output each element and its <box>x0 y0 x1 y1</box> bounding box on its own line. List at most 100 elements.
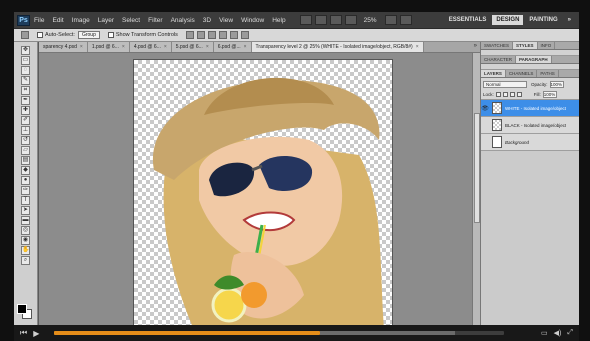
tab-paragraph[interactable]: PARAGRAPH <box>516 56 552 63</box>
opacity-input[interactable]: 100% <box>549 80 564 88</box>
layer-thumbnail <box>492 136 502 148</box>
tabs-overflow-icon[interactable]: » <box>471 42 480 52</box>
menu-view[interactable]: View <box>219 17 233 24</box>
lock-all-icon[interactable] <box>516 92 522 97</box>
workspace-essentials[interactable]: ESSENTIALS <box>445 15 491 25</box>
menu-edit[interactable]: Edit <box>52 17 63 24</box>
tab-swatches[interactable]: SWATCHES <box>481 42 514 49</box>
photoshop-window: Ps File Edit Image Layer Select Filter A… <box>14 12 579 325</box>
align-middle-icon[interactable] <box>196 31 205 39</box>
doc-tab[interactable]: 5.psd @ 6... × <box>171 42 214 52</box>
photo-layer <box>152 77 384 325</box>
layer-thumbnail <box>492 119 502 131</box>
minibridge-icon[interactable] <box>314 15 327 25</box>
foreground-color-swatch[interactable] <box>17 304 27 314</box>
zoom-tool-icon[interactable] <box>344 15 357 25</box>
3d-orbit-tool[interactable]: ◉ <box>21 236 30 245</box>
auto-select-dropdown[interactable]: Group <box>77 31 100 39</box>
workspace-more-icon[interactable]: » <box>564 15 575 25</box>
move-tool[interactable]: ✥ <box>21 46 30 55</box>
menu-help[interactable]: Help <box>272 17 285 24</box>
tab-channels[interactable]: CHANNELS <box>506 70 538 77</box>
eraser-tool[interactable]: ▱ <box>21 146 30 155</box>
marquee-tool[interactable]: ▭ <box>21 56 30 65</box>
tab-paths[interactable]: PATHS <box>537 70 559 77</box>
type-tool[interactable]: T <box>21 196 30 205</box>
close-icon[interactable]: × <box>206 44 209 50</box>
align-bottom-icon[interactable] <box>207 31 216 39</box>
doc-tab[interactable]: 4.psd @ 6... × <box>129 42 172 52</box>
shape-tool[interactable]: ▬ <box>21 216 30 225</box>
doc-tab[interactable]: sparency 4.psd × <box>39 42 88 52</box>
workspace-painting[interactable]: PAINTING <box>525 15 561 25</box>
menu-window[interactable]: Window <box>241 17 264 24</box>
zoom-tool[interactable]: ⌕ <box>21 256 30 265</box>
lasso-tool[interactable]: ◌ <box>21 66 30 75</box>
doc-tab-active[interactable]: Transparency level 2 @ 25% (WHITE - Isol… <box>251 42 424 52</box>
3d-rotate-tool[interactable]: ◎ <box>21 226 30 235</box>
align-top-icon[interactable] <box>185 31 194 39</box>
skip-back-icon[interactable]: ⏮ <box>20 328 27 338</box>
layer-thumbnail <box>492 102 502 114</box>
history-brush-tool[interactable]: ↺ <box>21 136 30 145</box>
canvas-scrollbar[interactable] <box>472 53 480 325</box>
lock-image-icon[interactable] <box>502 92 508 97</box>
menu-3d[interactable]: 3D <box>203 17 211 24</box>
hand-tool-icon[interactable] <box>329 15 342 25</box>
clone-stamp-tool[interactable]: ⊥ <box>21 126 30 135</box>
move-tool-icon[interactable] <box>21 31 29 39</box>
arrange-documents-icon[interactable] <box>384 15 397 25</box>
path-selection-tool[interactable]: ➤ <box>21 206 30 215</box>
hand-tool[interactable]: ✋ <box>21 246 30 255</box>
show-transform-checkbox[interactable] <box>107 32 114 38</box>
menu-layer[interactable]: Layer <box>98 17 114 24</box>
fill-input[interactable]: 100% <box>542 91 557 98</box>
layer-row[interactable]: 👁 WHITE - Isolated image/object <box>481 100 579 117</box>
screen-mode-icon[interactable] <box>399 15 412 25</box>
blur-tool[interactable]: ◆ <box>21 166 30 175</box>
quick-select-tool[interactable]: ✎ <box>21 76 30 85</box>
align-right-icon[interactable] <box>240 31 249 39</box>
eye-icon[interactable]: 👁 <box>481 105 489 112</box>
volume-icon[interactable]: ◀) <box>554 329 562 337</box>
progress-bar[interactable] <box>54 331 504 335</box>
auto-select-checkbox[interactable] <box>37 32 43 38</box>
brush-tool[interactable]: ✐ <box>21 116 30 125</box>
menu-analysis[interactable]: Analysis <box>171 17 195 24</box>
pen-tool[interactable]: ✑ <box>21 186 30 195</box>
captions-icon[interactable]: ▭ <box>541 329 548 337</box>
close-icon[interactable]: × <box>80 44 83 50</box>
align-left-icon[interactable] <box>218 31 227 39</box>
bridge-icon[interactable] <box>299 15 312 25</box>
healing-brush-tool[interactable]: ✚ <box>21 106 30 115</box>
layer-row[interactable]: BLACK - Isolated image/object <box>481 117 579 134</box>
doc-tab[interactable]: 6.psd @... × <box>213 42 252 52</box>
close-icon[interactable]: × <box>416 44 419 50</box>
close-icon[interactable]: × <box>244 44 247 50</box>
doc-tab[interactable]: 1.psd @ 6... × <box>87 42 130 52</box>
fullscreen-icon[interactable]: ⤢ <box>567 329 573 337</box>
play-icon[interactable]: ▶ <box>33 329 39 338</box>
tab-layers[interactable]: LAYERS <box>481 70 506 77</box>
workspace-design[interactable]: DESIGN <box>492 15 524 25</box>
menu-filter[interactable]: Filter <box>148 17 162 24</box>
menu-file[interactable]: File <box>34 17 44 24</box>
tab-styles[interactable]: STYLES <box>513 42 538 49</box>
tab-character[interactable]: CHARACTER <box>481 56 517 63</box>
lock-position-icon[interactable] <box>509 92 515 97</box>
tab-info[interactable]: INFO <box>538 42 556 49</box>
crop-tool[interactable]: ⌗ <box>21 86 30 95</box>
gradient-tool[interactable]: ▤ <box>21 156 30 165</box>
lock-transparency-icon[interactable] <box>495 92 501 97</box>
menu-select[interactable]: Select <box>122 17 140 24</box>
blend-mode-dropdown[interactable]: Normal <box>483 80 527 88</box>
layer-row[interactable]: Background <box>481 134 579 151</box>
close-icon[interactable]: × <box>164 44 167 50</box>
close-icon[interactable]: × <box>122 44 125 50</box>
dodge-tool[interactable]: ● <box>21 176 30 185</box>
menu-image[interactable]: Image <box>72 17 90 24</box>
align-center-icon[interactable] <box>229 31 238 39</box>
document-canvas[interactable] <box>133 59 393 325</box>
eyedropper-tool[interactable]: ✒ <box>21 96 30 105</box>
zoom-level[interactable]: 25% <box>364 17 377 24</box>
